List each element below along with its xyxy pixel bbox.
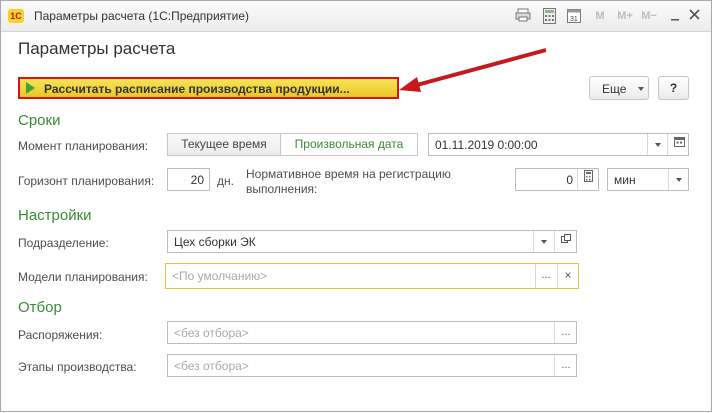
section-filter: Отбор [18,299,62,316]
divider [533,231,534,252]
orders-placeholder: <без отбора> [174,326,249,340]
norm-unit-select[interactable]: мин [607,168,689,191]
red-annotation-arrow [399,48,547,92]
divider [668,169,669,190]
open-icon[interactable] [556,232,576,253]
planning-moment-label: Момент планирования: [18,139,149,153]
section-terms: Сроки [18,112,61,129]
division-value: Цех сборки ЭК [174,235,256,249]
norm-time-label-line1: Нормативное время на регистрацию [246,167,451,181]
norm-time-value: 0 [566,173,573,187]
orders-field[interactable]: <без отбора> ... [167,321,577,344]
chevron-down-icon[interactable] [676,178,682,182]
clear-icon[interactable]: × [558,266,578,287]
horizon-input[interactable]: 20 [167,168,210,191]
ellipsis-button[interactable]: ... [556,356,576,377]
ellipsis-button[interactable]: ... [536,266,556,287]
divider [647,134,648,155]
chevron-down-icon[interactable] [655,143,661,147]
chevron-down-icon[interactable] [541,240,547,244]
more-button[interactable]: Еще [589,76,649,100]
ellipsis-button[interactable]: ... [556,323,576,344]
norm-time-input[interactable]: 0 [515,168,599,191]
window: 1С Параметры расчета (1С:Предприятие) 31… [0,0,712,412]
planning-date-field[interactable]: 01.11.2019 0:00:00 [428,133,689,156]
chevron-down-icon [638,87,644,91]
help-button[interactable]: ? [658,76,689,100]
horizon-value: 20 [190,173,204,187]
section-settings: Настройки [18,207,92,224]
horizon-unit: дн. [217,174,234,188]
divider [554,231,555,252]
models-field[interactable]: <По умолчанию> ... × [165,263,579,289]
norm-time-label: Нормативное время на регистрацию выполне… [246,167,451,197]
norm-unit-value: мин [614,173,636,187]
toggle-current-time[interactable]: Текущее время [167,133,281,156]
division-label: Подразделение: [18,236,109,250]
more-button-label: Еще [602,82,627,96]
calculator-icon[interactable] [578,170,598,191]
divider [554,322,555,343]
toggle-arbitrary-date[interactable]: Произвольная дата [280,133,418,156]
calendar-icon[interactable] [669,135,689,156]
divider [667,134,668,155]
division-field[interactable]: Цех сборки ЭК [167,230,577,253]
norm-time-label-line2: выполнения: [246,182,318,196]
planning-date-value: 01.11.2019 0:00:00 [435,138,538,152]
stages-placeholder: <без отбора> [174,359,249,373]
stages-label: Этапы производства: [18,360,137,374]
models-placeholder: <По умолчанию> [172,269,268,283]
stages-field[interactable]: <без отбора> ... [167,354,577,377]
horizon-label: Горизонт планирования: [18,174,155,188]
divider [554,355,555,376]
orders-label: Распоряжения: [18,328,103,342]
models-label: Модели планирования: [18,270,148,284]
